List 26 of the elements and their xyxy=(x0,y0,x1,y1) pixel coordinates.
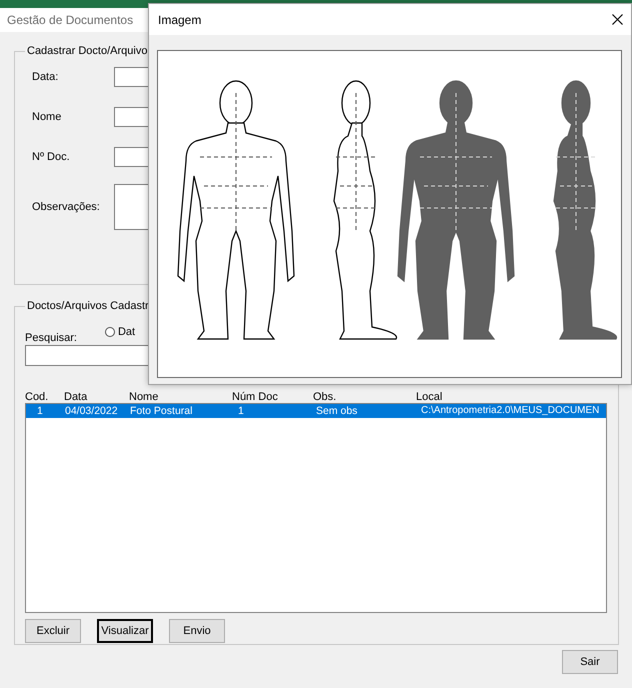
search-label: Pesquisar: xyxy=(25,332,77,344)
column-header: Data xyxy=(64,391,88,403)
action-button[interactable]: Envio xyxy=(169,619,225,643)
frame-title: Doctos/Arquivos Cadastr xyxy=(26,300,150,312)
field-label: Nome xyxy=(32,111,62,123)
column-header: Obs. xyxy=(313,391,338,403)
field-label: Observações: xyxy=(32,201,101,213)
search-field[interactable] xyxy=(25,345,148,366)
text-area[interactable] xyxy=(114,184,148,230)
exit-button[interactable]: Sair xyxy=(562,650,618,674)
list-row[interactable]: 1 04/03/2022 Foto Postural 1 Sem obs C:\Antropometria2.0\MEUS_DOCUMEN xyxy=(26,404,606,418)
column-header: Núm Doc xyxy=(232,391,279,403)
radio-option[interactable]: Dat xyxy=(104,326,136,338)
field-label: Data: xyxy=(32,71,60,83)
field-label: Nº Doc. xyxy=(32,151,71,163)
input-field[interactable] xyxy=(114,67,148,87)
action-button[interactable]: Excluir xyxy=(25,619,81,643)
column-header: Nome xyxy=(129,391,160,403)
input-field[interactable] xyxy=(114,107,148,127)
action-button[interactable]: Visualizar xyxy=(97,619,153,643)
close-icon[interactable] xyxy=(612,14,623,25)
column-header: Local xyxy=(416,391,444,403)
window-title: Imagem xyxy=(158,12,202,26)
input-field[interactable] xyxy=(114,147,148,167)
column-header: Cod. xyxy=(25,391,50,403)
frame-title: Cadastrar Docto/Arquivo xyxy=(26,45,148,57)
